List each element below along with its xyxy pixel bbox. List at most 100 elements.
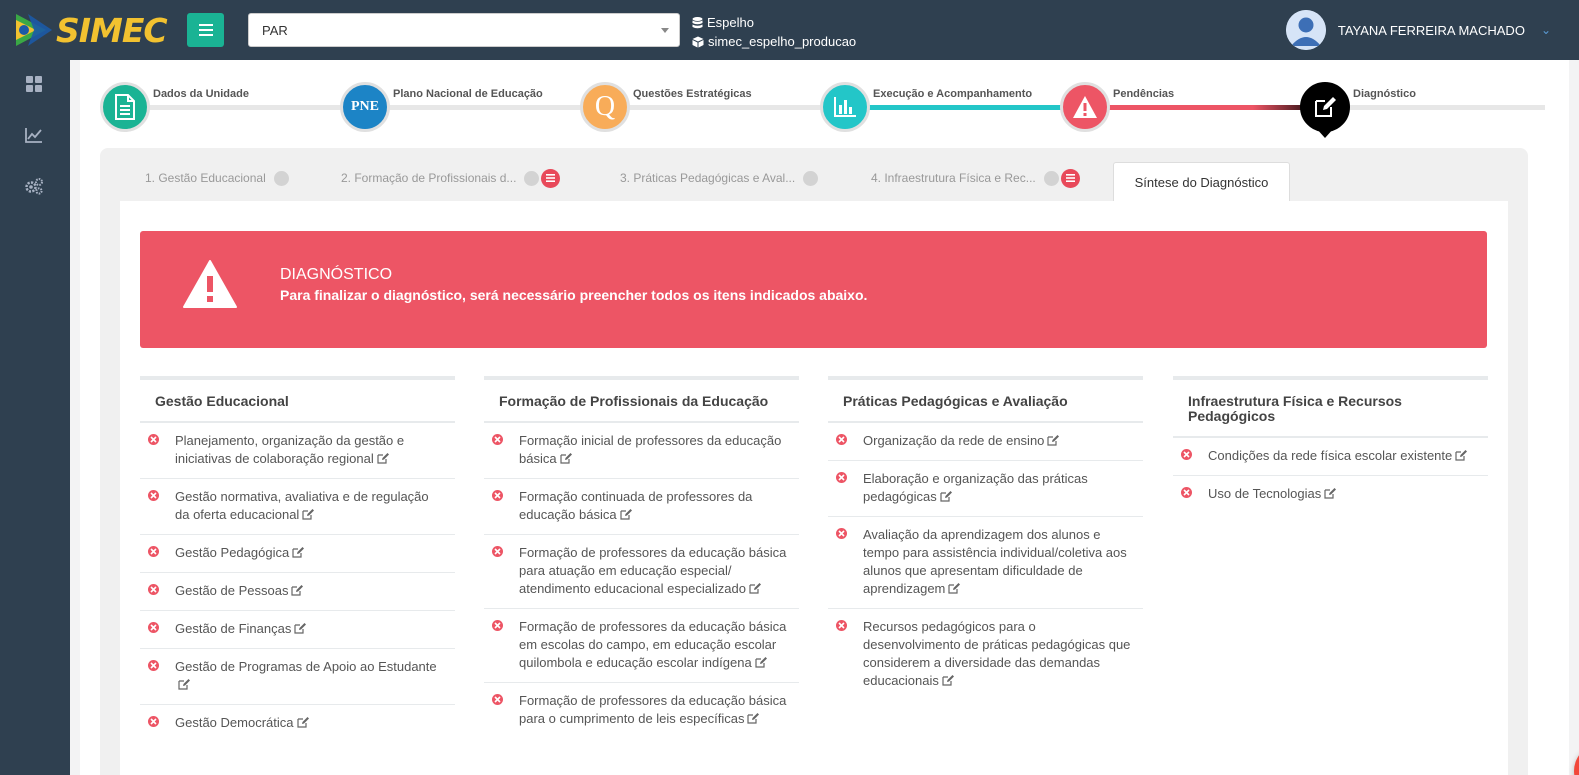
environment-database: simec_espelho_producao	[708, 34, 857, 49]
edit-icon[interactable]	[619, 507, 633, 525]
main-content: Dados da Unidade PNE Plano Nacional de E…	[80, 60, 1579, 775]
item-label: Gestão Pedagógica	[175, 545, 290, 560]
tab-label: 1. Gestão Educacional	[145, 171, 266, 185]
pne-icon: PNE	[351, 99, 379, 114]
item-label: Gestão de Programas de Apoio ao Estudant…	[175, 659, 437, 674]
sidebar-item-dashboard[interactable]	[22, 72, 46, 96]
warning-icon	[183, 260, 237, 308]
edit-icon[interactable]	[749, 581, 762, 599]
pending-x-icon	[492, 434, 503, 445]
user-menu[interactable]: TAYANA FERREIRA MACHADO ⌄	[1285, 10, 1551, 50]
document-icon	[115, 94, 135, 120]
simec-logo[interactable]: SIMEC	[14, 8, 168, 52]
user-name: TAYANA FERREIRA MACHADO	[1337, 22, 1525, 38]
list-item[interactable]: Gestão de Programas de Apoio ao Estudant…	[140, 649, 455, 705]
item-label: Gestão Democrática	[175, 715, 294, 730]
status-dot-icon	[803, 170, 819, 186]
tab-label: 2. Formação de Profissionais d...	[341, 171, 517, 185]
list-item[interactable]: Gestão Pedagógica	[140, 535, 455, 573]
edit-icon[interactable]	[1047, 433, 1060, 451]
cube-icon	[692, 36, 704, 47]
gears-icon	[25, 178, 43, 195]
list-item[interactable]: Formação de professores da educação bási…	[484, 683, 799, 738]
database-icon	[692, 16, 703, 28]
pending-x-icon	[148, 434, 159, 445]
hamburger-icon	[198, 24, 213, 36]
edit-icon[interactable]	[747, 711, 760, 729]
menu-toggle-button[interactable]	[187, 13, 224, 47]
list-item[interactable]: Organização da rede de ensino	[828, 423, 1143, 461]
system-select[interactable]: PAR	[248, 13, 680, 47]
alert-message: Para finalizar o diagnóstico, será neces…	[280, 287, 868, 303]
brazil-flag-logo-icon	[16, 14, 52, 46]
pending-x-icon	[148, 622, 159, 633]
list-item[interactable]: Gestão Democrática	[140, 705, 455, 742]
list-item[interactable]: Gestão de Pessoas	[140, 573, 455, 611]
diagnostic-alert: DIAGNÓSTICO Para finalizar o diagnóstico…	[140, 231, 1487, 348]
checklist-column: Práticas Pedagógicas e Avaliação Organiza…	[828, 376, 1143, 700]
environment-name: Espelho	[707, 15, 754, 30]
sidebar-item-settings[interactable]	[22, 174, 46, 198]
tab-sintese-diagnostico[interactable]: Síntese do Diagnóstico	[1113, 162, 1290, 202]
pending-x-icon	[492, 490, 503, 501]
wizard-track-pending	[1085, 105, 1325, 110]
list-item[interactable]: Formação de professores da educação bási…	[484, 609, 799, 683]
tab-gestao-educacional[interactable]: 1. Gestão Educacional	[145, 166, 289, 190]
item-label: Organização da rede de ensino	[863, 433, 1045, 448]
wizard-step-circle	[100, 82, 150, 132]
item-label: Formação de professores da educação bási…	[519, 619, 787, 670]
list-item[interactable]: Formação de professores da educação bási…	[484, 535, 799, 609]
edit-icon[interactable]	[294, 621, 307, 639]
list-item[interactable]: Avaliação da aprendizagem dos alunos e t…	[828, 517, 1143, 609]
warning-icon	[1073, 96, 1097, 118]
edit-icon[interactable]	[1324, 486, 1337, 504]
pending-x-icon	[492, 546, 503, 557]
avatar	[1285, 10, 1326, 50]
list-item[interactable]: Gestão normativa, avaliativa e de regula…	[140, 479, 455, 535]
edit-icon[interactable]	[940, 489, 953, 507]
list-item[interactable]: Gestão de Finanças	[140, 611, 455, 649]
column-title: Gestão Educacional	[140, 380, 455, 423]
edit-icon[interactable]	[755, 655, 768, 673]
edit-icon[interactable]	[1455, 448, 1468, 466]
edit-icon[interactable]	[291, 583, 304, 601]
tab-praticas-pedagogicas[interactable]: 3. Práticas Pedagógicas e Aval...	[620, 166, 819, 190]
wizard-track-progress	[845, 105, 1085, 110]
list-item[interactable]: Elaboração e organização das práticas pe…	[828, 461, 1143, 517]
list-item[interactable]: Formação inicial de professores da educa…	[484, 423, 799, 479]
diagnostic-panel: 1. Gestão Educacional 2. Formação de Pro…	[100, 148, 1528, 775]
floating-menu-button[interactable]	[1574, 744, 1579, 775]
tab-infraestrutura[interactable]: 4. Infraestrutura Física e Rec...	[871, 166, 1080, 190]
list-item[interactable]: Planejamento, organização da gestão e in…	[140, 423, 455, 479]
wizard-step-label: Diagnóstico	[1353, 88, 1416, 100]
edit-icon[interactable]	[296, 715, 310, 733]
list-item[interactable]: Uso de Tecnologias	[1173, 476, 1488, 513]
edit-icon[interactable]	[302, 507, 315, 525]
pending-x-icon	[1181, 449, 1192, 460]
checklist-column: Gestão Educacional Planejamento, organiza…	[140, 376, 455, 742]
pending-x-icon	[148, 490, 159, 501]
sidebar-item-reports[interactable]	[22, 123, 46, 147]
item-label: Formação inicial de professores da educa…	[519, 433, 782, 466]
edit-icon	[1315, 97, 1336, 117]
list-item[interactable]: Formação continuada de professores da ed…	[484, 479, 799, 535]
sidebar	[0, 60, 70, 775]
edit-icon[interactable]	[292, 545, 305, 563]
environment-info: Espelho simec_espelho_producao	[692, 13, 856, 51]
edit-icon[interactable]	[942, 673, 955, 691]
list-item[interactable]: Condições da rede física escolar existen…	[1173, 438, 1488, 476]
active-step-pointer-icon	[1316, 128, 1334, 138]
edit-icon[interactable]	[178, 677, 191, 695]
tab-formacao-profissionais[interactable]: 2. Formação de Profissionais d...	[341, 166, 561, 190]
tab-label: Síntese do Diagnóstico	[1134, 175, 1269, 190]
edit-icon[interactable]	[948, 581, 961, 599]
pending-x-icon	[492, 694, 503, 705]
list-item[interactable]: Recursos pedagógicos para o desenvolvime…	[828, 609, 1143, 700]
column-title: Infraestrutura Física e Recursos Pedagóg…	[1173, 380, 1488, 438]
edit-icon[interactable]	[559, 451, 573, 469]
edit-icon[interactable]	[377, 451, 390, 469]
item-label: Gestão de Finanças	[175, 621, 292, 636]
checklist-column: Infraestrutura Física e Recursos Pedagóg…	[1173, 376, 1488, 513]
wizard-step-circle: PNE	[340, 82, 390, 132]
pending-x-icon	[148, 660, 159, 671]
